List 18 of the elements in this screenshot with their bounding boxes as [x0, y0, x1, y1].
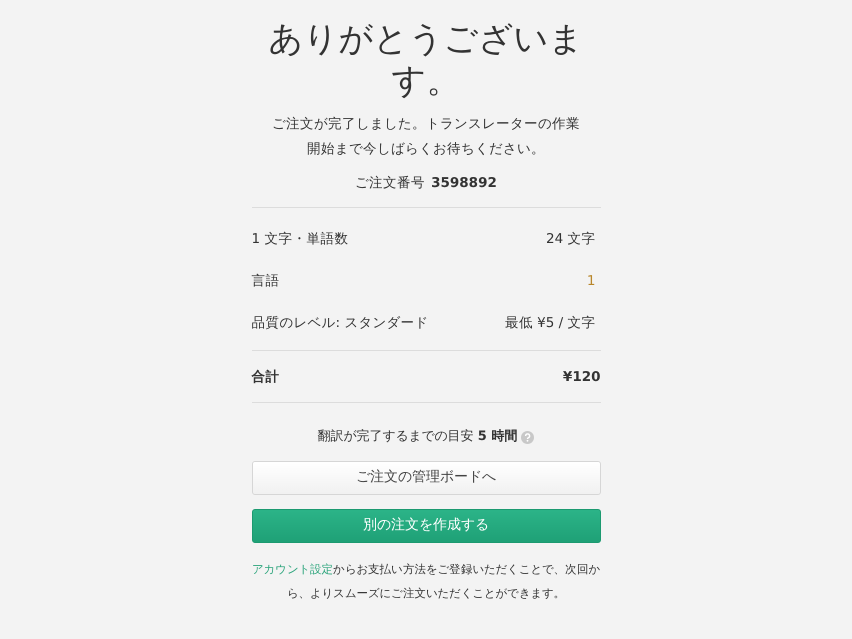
create-order-button[interactable]: 別の注文を作成する	[252, 508, 600, 543]
total-value: ¥120	[562, 368, 600, 387]
order-number-label: ご注文番号	[355, 174, 426, 193]
delivery-estimate: 翻訳が完了するまでの目安 5 時間	[318, 428, 518, 446]
dashboard-button[interactable]: ご注文の管理ボードへ	[252, 460, 600, 495]
account-note: アカウント設定からお支払い方法をご登録いただくことで、次回から、よりスムーズにご注文いただくことができます。	[250, 560, 601, 602]
summary-label: 1 文字・単語数	[252, 230, 348, 250]
summary-value: 最低 ¥5 / 文字	[504, 314, 596, 334]
summary-value: 24 文字	[546, 230, 596, 250]
account-settings-link[interactable]: アカウント設定	[252, 562, 334, 576]
total-label: 合計	[252, 368, 280, 387]
confirmation-message: ご注文が完了しました。トランスレーターの作業開始まで今しばらくお待ちください。	[271, 115, 581, 159]
summary-value: 1	[586, 272, 596, 292]
page-title: ありがとうございます。	[268, 18, 584, 102]
order-number: 3598892	[431, 174, 497, 193]
summary-label: 品質のレベル: スタンダード	[252, 314, 428, 334]
summary-label: 言語	[252, 272, 280, 292]
help-icon[interactable]	[521, 430, 534, 444]
